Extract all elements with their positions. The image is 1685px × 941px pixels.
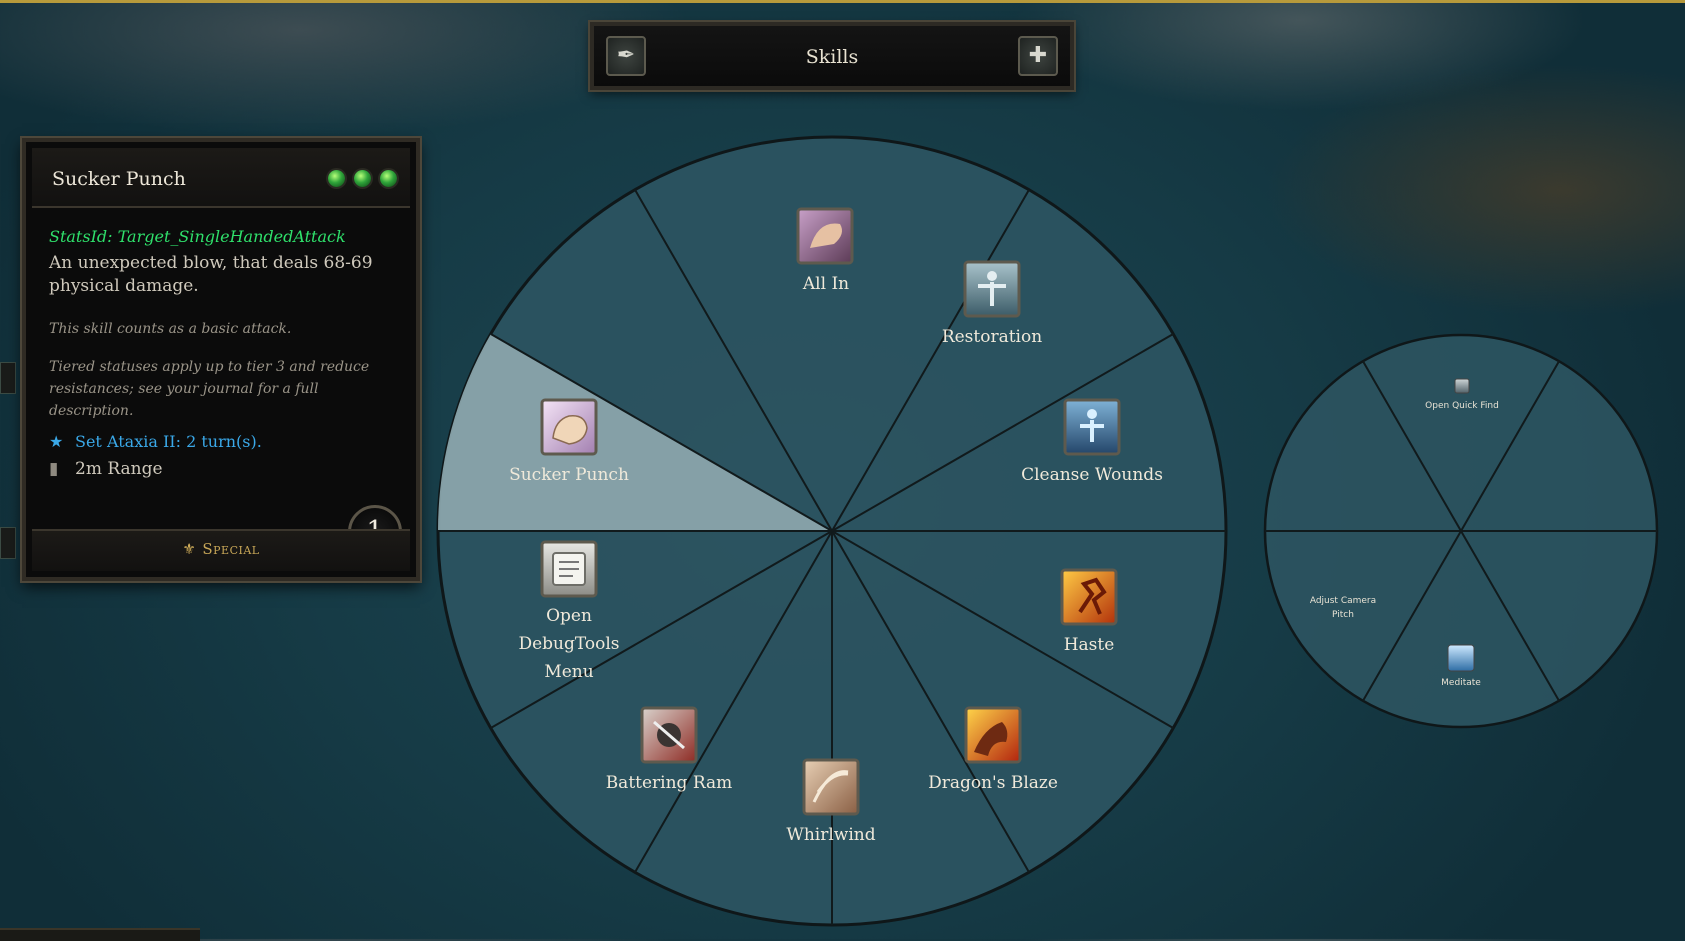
scroll-icon: [540, 540, 598, 598]
tooltip-title: Sucker Punch: [52, 168, 186, 190]
punch-fist-icon: [540, 398, 598, 456]
side-tab-upper[interactable]: [0, 362, 16, 394]
main-skill-wheel: All In Restoration Cleanse Wounds Haste …: [436, 135, 1228, 927]
tooltip-description: An unexpected blow, that deals 68-69 phy…: [49, 253, 373, 296]
wheel-label-sucker-punch: Sucker Punch: [509, 465, 629, 485]
tooltip-school: Special: [202, 540, 260, 558]
cleanse-aura-icon: [1063, 398, 1121, 456]
wheel-label-whirlwind: Whirlwind: [786, 825, 875, 845]
action-point-orb-icon: [328, 170, 345, 187]
tooltip-body: StatsId: Target_SingleHandedAttack An un…: [49, 227, 400, 479]
restoration-figure-icon: [963, 260, 1021, 318]
fist-grab-icon: [796, 207, 854, 265]
tooltip-status-effect-row: ★ Set Ataxia II: 2 turn(s).: [49, 432, 400, 451]
fleur-de-lis-icon: ⚜: [182, 540, 197, 558]
tooltip-range: 2m Range: [75, 459, 163, 479]
tooltip-footer: ⚜ Special: [32, 529, 410, 571]
action-point-orb-icon: [354, 170, 371, 187]
skills-header-bar: ✒ Skills ✚: [590, 22, 1074, 90]
secondary-label-open-quick-find: Open Quick Find: [1425, 401, 1499, 411]
tooltip-note-tiered-statuses: Tiered statuses apply up to tier 3 and r…: [49, 359, 370, 419]
bookmark-icon: ▮: [49, 459, 59, 479]
tooltip-range-row: ▮ 2m Range: [49, 459, 400, 479]
wheel-label-all-in: All In: [802, 274, 849, 294]
tooltip-header: Sucker Punch: [32, 148, 410, 208]
dragon-fire-icon: [964, 706, 1022, 764]
tooltip-note-basic-attack: This skill counts as a basic attack.: [49, 321, 292, 337]
wheel-item-all-in[interactable]: All In: [796, 207, 854, 294]
side-tab-lower[interactable]: [0, 527, 16, 559]
skill-tooltip-panel: Sucker Punch StatsId: Target_SingleHande…: [22, 138, 420, 581]
secondary-label-camera-line2: Pitch: [1332, 610, 1354, 620]
wheel-label-debugtools-line3: Menu: [544, 662, 593, 682]
tooltip-status-effect: Set Ataxia II: 2 turn(s).: [75, 432, 262, 451]
skills-header-title: Skills: [805, 46, 859, 68]
wheel-label-restoration: Restoration: [942, 327, 1042, 347]
secondary-wheel: Open Quick Find Adjust Camera Pitch Medi…: [1263, 333, 1659, 729]
plus-cross-icon[interactable]: ✚: [1018, 36, 1058, 76]
secondary-label-camera-line1: Adjust Camera: [1310, 596, 1376, 606]
battering-ram-icon: [640, 706, 698, 764]
wheel-label-dragons-blaze: Dragon's Blaze: [928, 773, 1058, 793]
whirlwind-slash-icon: [802, 758, 860, 816]
wheel-label-debugtools-line1: Open: [546, 606, 592, 626]
star-icon: ★: [49, 432, 64, 451]
bottom-hotbar-edge: [0, 928, 200, 941]
wheel-label-haste: Haste: [1064, 635, 1115, 655]
tooltip-stats-id: StatsId: Target_SingleHandedAttack: [49, 227, 346, 246]
wheel-label-cleanse-wounds: Cleanse Wounds: [1021, 465, 1163, 485]
action-point-orb-icon: [380, 170, 397, 187]
wheel-label-battering-ram: Battering Ram: [606, 773, 733, 793]
wheel-item-haste[interactable]: Haste: [1060, 568, 1118, 655]
meditate-icon: [1447, 644, 1475, 672]
haste-runner-icon: [1060, 568, 1118, 626]
tooltip-school-row: ⚜ Special: [32, 540, 410, 558]
wheel-label-debugtools-line2: DebugTools: [518, 634, 619, 654]
secondary-label-meditate: Meditate: [1441, 678, 1481, 688]
quick-find-icon: [1454, 378, 1470, 394]
